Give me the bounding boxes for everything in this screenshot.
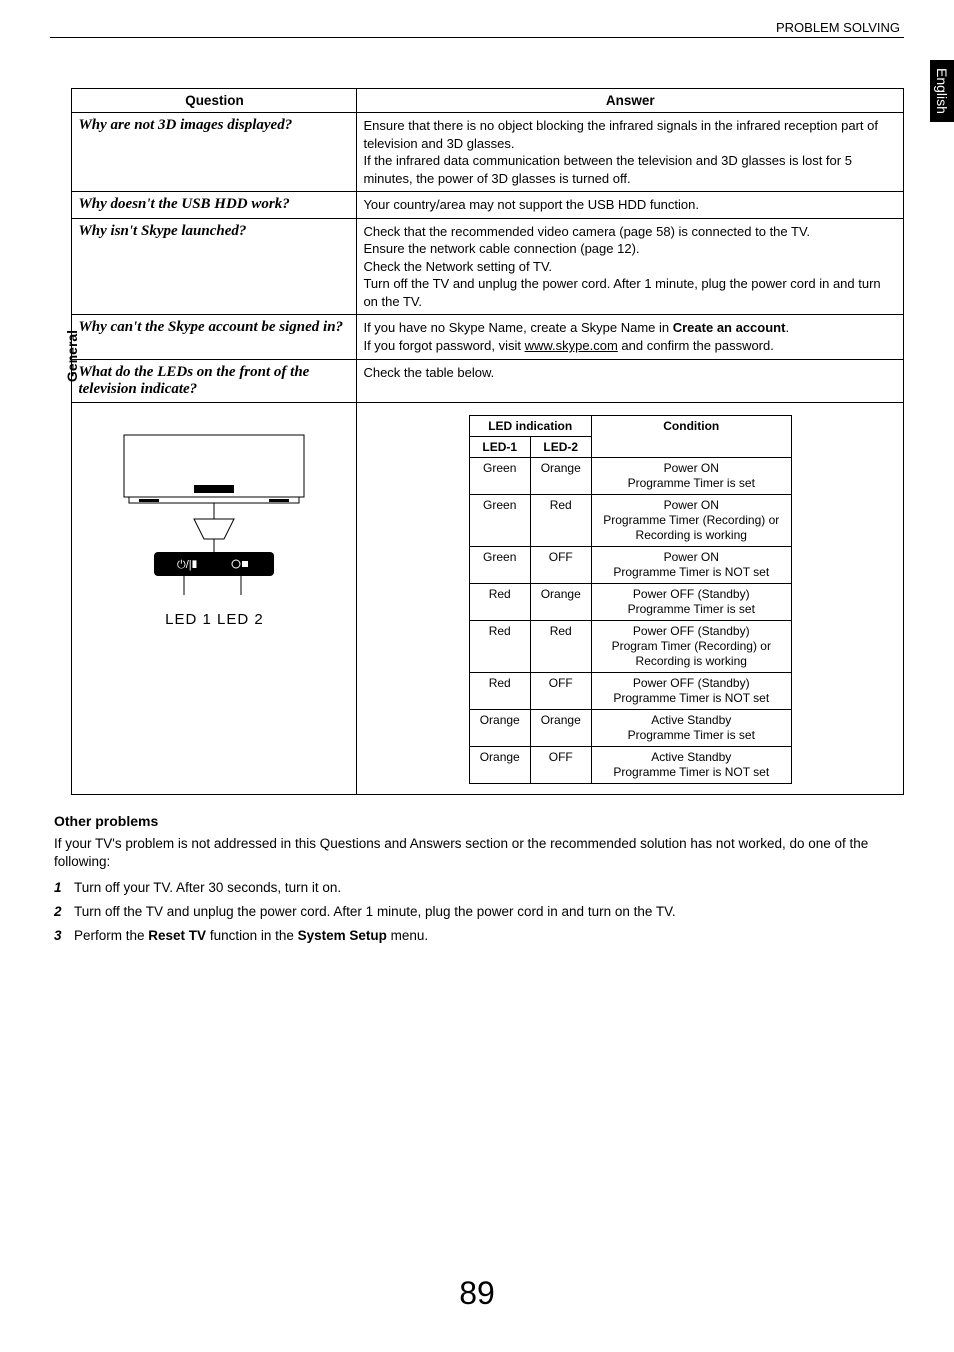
led-cond: Power OFF (Standby)Programme Timer is NO… bbox=[591, 672, 791, 709]
led1-val: Red bbox=[469, 672, 530, 709]
steps-list: Turn off your TV. After 30 seconds, turn… bbox=[54, 879, 904, 946]
led1-val: Orange bbox=[469, 709, 530, 746]
step3-mid: function in the bbox=[206, 928, 298, 943]
led2-val: Orange bbox=[530, 457, 591, 494]
answer-line: Check that the recommended video camera … bbox=[363, 224, 810, 239]
led1-val: Orange bbox=[469, 746, 530, 783]
answer-line: Check the Network setting of TV. bbox=[363, 259, 552, 274]
step-1: Turn off your TV. After 30 seconds, turn… bbox=[54, 879, 904, 897]
step-3: Perform the Reset TV function in the Sys… bbox=[54, 927, 904, 945]
answer-cell: Check the table below. bbox=[357, 359, 904, 402]
tv-svg: ⏻/|∎ bbox=[99, 427, 329, 607]
led-row: RedOrangePower OFF (Standby)Programme Ti… bbox=[469, 583, 791, 620]
led2-val: Red bbox=[530, 494, 591, 546]
led2-val: Orange bbox=[530, 583, 591, 620]
question-text: What do the LEDs on the front of the tel… bbox=[78, 364, 350, 398]
led-cond: Power OFF (Standby)Programme Timer is se… bbox=[591, 583, 791, 620]
answer-line: Ensure the network cable connection (pag… bbox=[363, 241, 639, 256]
led-cond: Power ONProgramme Timer is set bbox=[591, 457, 791, 494]
question-cell: Why isn't Skype launched? bbox=[72, 218, 357, 315]
answer-line: and confirm the password. bbox=[618, 338, 774, 353]
led1-val: Green bbox=[469, 546, 530, 583]
step-2: Turn off the TV and unplug the power cor… bbox=[54, 903, 904, 921]
led-row: OrangeOrangeActive StandbyProgramme Time… bbox=[469, 709, 791, 746]
led1-val: Green bbox=[469, 494, 530, 546]
step3-pre: Perform the bbox=[74, 928, 148, 943]
led-cond: Active StandbyProgramme Timer is NOT set bbox=[591, 746, 791, 783]
skype-link: www.skype.com bbox=[525, 338, 618, 353]
question-cell: Why doesn't the USB HDD work? bbox=[72, 192, 357, 219]
led1-val: Green bbox=[469, 457, 530, 494]
led-cond: Power ONProgramme Timer (Recording) or R… bbox=[591, 494, 791, 546]
led2-val: Red bbox=[530, 620, 591, 672]
answer-line: Your country/area may not support the US… bbox=[363, 197, 699, 212]
section-header: PROBLEM SOLVING bbox=[50, 20, 904, 37]
led-row: GreenOrangePower ONProgramme Timer is se… bbox=[469, 457, 791, 494]
qa-table: Question Answer Why are not 3D images di… bbox=[71, 88, 904, 795]
create-account-bold: Create an account bbox=[673, 320, 786, 335]
led-diagram-label: LED 1 LED 2 bbox=[82, 611, 346, 628]
led1-val: Red bbox=[469, 583, 530, 620]
question-text: Why are not 3D images displayed? bbox=[78, 117, 350, 134]
question-text: Why isn't Skype launched? bbox=[78, 223, 350, 240]
led-table-cell: LED indicationConditionLED-1LED-2GreenOr… bbox=[357, 402, 904, 794]
page-number: 89 bbox=[0, 1275, 954, 1312]
question-cell: Why can't the Skype account be signed in… bbox=[72, 315, 357, 359]
col-answer: Answer bbox=[357, 89, 904, 113]
category-label: General bbox=[64, 330, 80, 382]
led-row: GreenRedPower ONProgramme Timer (Recordi… bbox=[469, 494, 791, 546]
led-head-1: LED-1 bbox=[469, 436, 530, 457]
other-problems-intro: If your TV's problem is not addressed in… bbox=[54, 835, 904, 871]
answer-cell: If you have no Skype Name, create a Skyp… bbox=[357, 315, 904, 359]
language-tab: English bbox=[930, 60, 954, 122]
led-cond: Power ONProgramme Timer is NOT set bbox=[591, 546, 791, 583]
led-row: RedRedPower OFF (Standby)Program Timer (… bbox=[469, 620, 791, 672]
led2-val: OFF bbox=[530, 672, 591, 709]
led-row: RedOFFPower OFF (Standby)Programme Timer… bbox=[469, 672, 791, 709]
step3-post: menu. bbox=[387, 928, 428, 943]
led-head-2: LED-2 bbox=[530, 436, 591, 457]
led-cond: Active StandbyProgramme Timer is set bbox=[591, 709, 791, 746]
svg-text:⏻/|∎: ⏻/|∎ bbox=[177, 559, 197, 571]
answer-line: Ensure that there is no object blocking … bbox=[363, 118, 878, 151]
led2-val: OFF bbox=[530, 546, 591, 583]
answer-line: Turn off the TV and unplug the power cor… bbox=[363, 276, 880, 309]
answer-line: If the infrared data communication betwe… bbox=[363, 153, 852, 186]
led-row: GreenOFFPower ONProgramme Timer is NOT s… bbox=[469, 546, 791, 583]
led2-val: OFF bbox=[530, 746, 591, 783]
led-cond: Power OFF (Standby)Program Timer (Record… bbox=[591, 620, 791, 672]
step3-system: System Setup bbox=[298, 928, 387, 943]
led-row: OrangeOFFActive StandbyProgramme Timer i… bbox=[469, 746, 791, 783]
answer-cell: Check that the recommended video camera … bbox=[357, 218, 904, 315]
question-text: Why can't the Skype account be signed in… bbox=[78, 319, 350, 336]
question-cell: Why are not 3D images displayed? bbox=[72, 113, 357, 192]
answer-cell: Ensure that there is no object blocking … bbox=[357, 113, 904, 192]
led1-val: Red bbox=[469, 620, 530, 672]
tv-diagram: ⏻/|∎ LED 1 LED 2 bbox=[78, 407, 350, 638]
answer-cell: Your country/area may not support the US… bbox=[357, 192, 904, 219]
question-cell: What do the LEDs on the front of the tel… bbox=[72, 359, 357, 402]
other-problems-title: Other problems bbox=[54, 813, 904, 829]
question-text: Why doesn't the USB HDD work? bbox=[78, 196, 350, 213]
led-head-group: LED indication bbox=[469, 415, 591, 436]
answer-line: . bbox=[785, 320, 789, 335]
answer-line: If you forgot password, visit bbox=[363, 338, 524, 353]
answer-line: If you have no Skype Name, create a Skyp… bbox=[363, 320, 672, 335]
led2-val: Orange bbox=[530, 709, 591, 746]
led-diagram-cell: ⏻/|∎ LED 1 LED 2 bbox=[72, 402, 357, 794]
col-question: Question bbox=[72, 89, 357, 113]
led-head-cond: Condition bbox=[591, 415, 791, 457]
led-table: LED indicationConditionLED-1LED-2GreenOr… bbox=[469, 415, 792, 784]
step3-reset: Reset TV bbox=[148, 928, 206, 943]
